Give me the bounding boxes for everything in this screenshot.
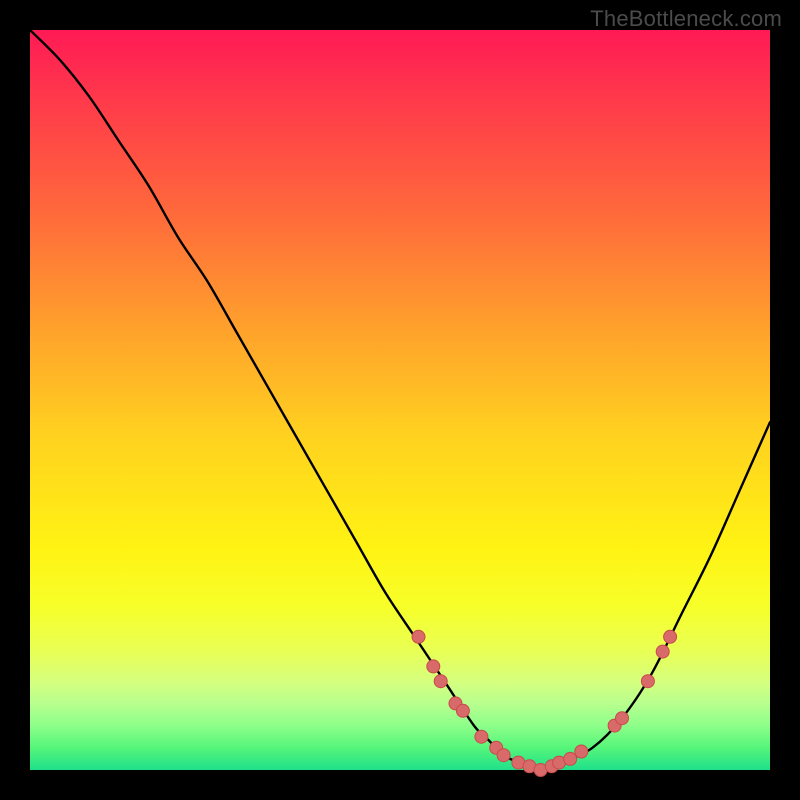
marker-dot bbox=[497, 749, 510, 762]
marker-dot bbox=[656, 645, 669, 658]
marker-dot bbox=[575, 745, 588, 758]
chart-frame: TheBottleneck.com bbox=[0, 0, 800, 800]
marker-dot bbox=[641, 675, 654, 688]
bottleneck-curve bbox=[30, 30, 770, 771]
marker-dot bbox=[412, 630, 425, 643]
marker-dot bbox=[434, 675, 447, 688]
marker-dot bbox=[475, 730, 488, 743]
curve-svg bbox=[30, 30, 770, 770]
marker-dot bbox=[564, 752, 577, 765]
plot-area bbox=[30, 30, 770, 770]
marker-dot bbox=[616, 712, 629, 725]
marker-dot bbox=[427, 660, 440, 673]
marker-dot bbox=[664, 630, 677, 643]
curve-markers bbox=[412, 630, 677, 776]
marker-dot bbox=[456, 704, 469, 717]
watermark-text: TheBottleneck.com bbox=[590, 6, 782, 32]
